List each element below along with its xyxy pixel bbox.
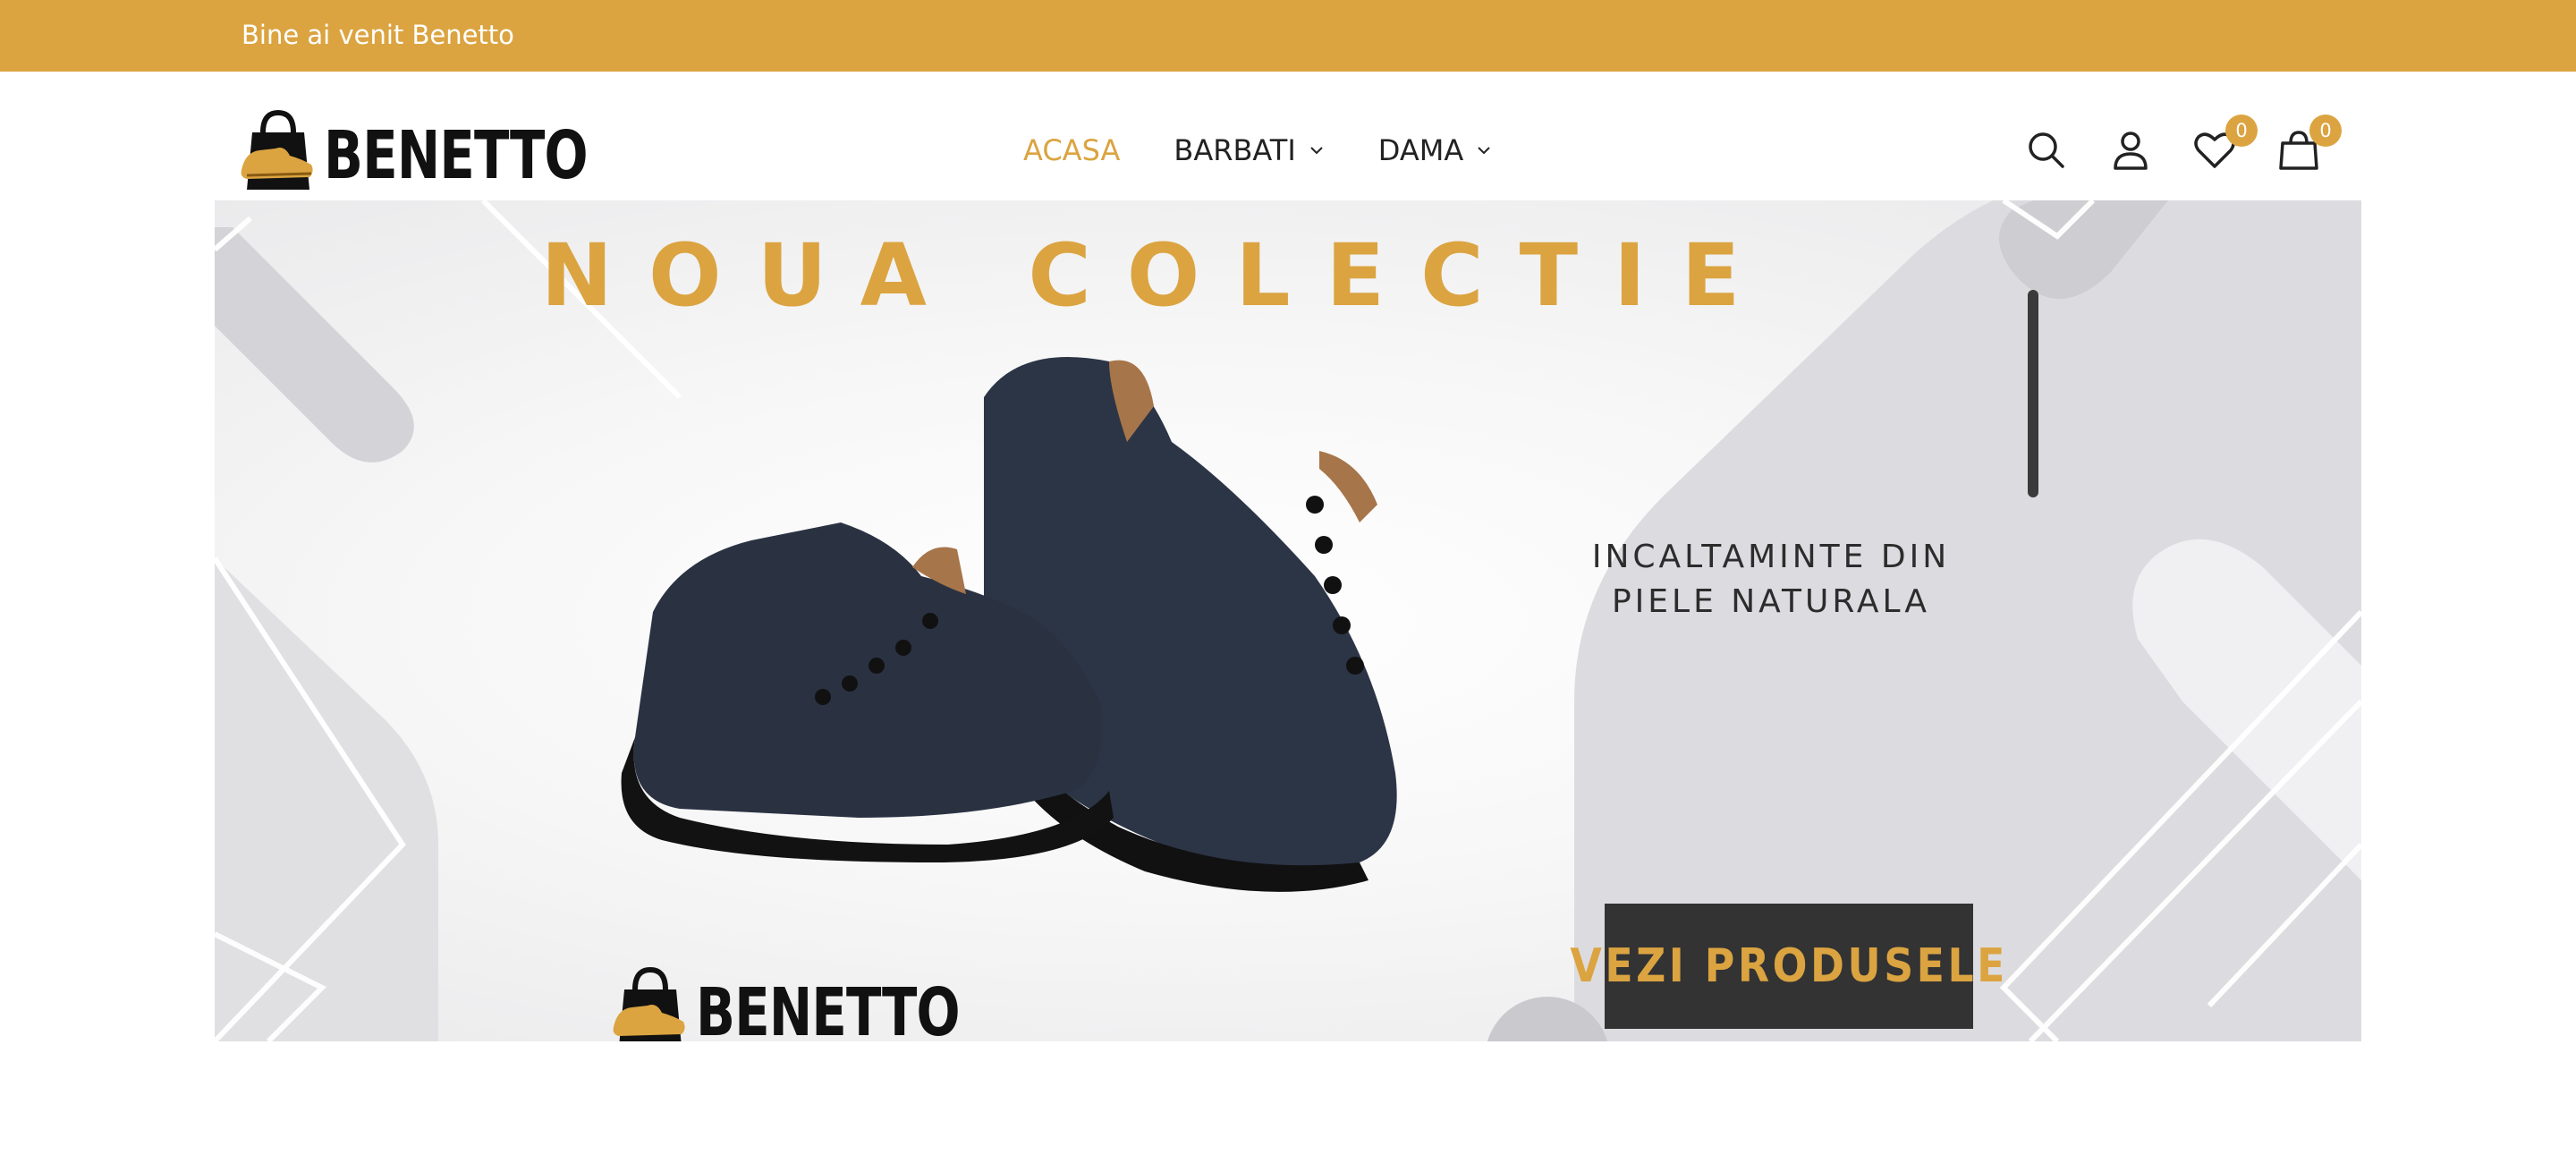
wishlist-button[interactable]: 0 xyxy=(2191,115,2258,174)
hero-logo: BENETTO xyxy=(612,966,961,1041)
hero-background-art xyxy=(215,200,2361,1041)
shopping-bag-shoe-logo-icon xyxy=(613,966,685,1041)
search-button[interactable] xyxy=(2023,127,2070,174)
view-products-label: VEZI PRODUSELE xyxy=(1570,939,2008,993)
hero-subtitle-line: PIELE NATURALA xyxy=(1611,583,1931,620)
hero-logo-text: BENETTO xyxy=(696,974,961,1041)
nav-item-dama[interactable]: DAMA xyxy=(1378,133,1492,167)
nav-item-barbati[interactable]: BARBATI xyxy=(1174,133,1324,167)
product-image xyxy=(621,357,1397,892)
view-products-button[interactable]: VEZI PRODUSELE xyxy=(1570,904,2004,1029)
user-icon xyxy=(2114,132,2148,170)
chevron-down-icon xyxy=(1478,147,1490,155)
wishlist-count-badge: 0 xyxy=(2225,115,2258,147)
top-welcome-bar: Bine ai venit Benetto xyxy=(0,0,2576,72)
cart-count-badge: 0 xyxy=(2309,115,2342,147)
hero-subtitle-line: INCALTAMINTE DIN xyxy=(1591,539,1951,575)
logo-text: BENETTO xyxy=(324,117,589,194)
nav-item-label: BARBATI xyxy=(1174,133,1296,167)
hero-banner[interactable]: NOUA COLECTIE INCALTAMINTE DIN PIELE NAT… xyxy=(215,200,2361,1041)
hero-subtitle: INCALTAMINTE DIN PIELE NATURALA xyxy=(1530,535,2012,624)
shopping-bag-shoe-logo-icon xyxy=(241,109,313,190)
cart-button[interactable]: 0 xyxy=(2275,115,2342,174)
chevron-down-icon xyxy=(1310,147,1323,155)
welcome-text: Bine ai venit Benetto xyxy=(242,20,514,50)
hero-title: NOUA COLECTIE xyxy=(540,225,1776,326)
site-logo[interactable]: BENETTO xyxy=(240,109,589,193)
nav-item-label: ACASA xyxy=(1023,133,1121,167)
nav-item-acasa[interactable]: ACASA xyxy=(1023,133,1120,167)
main-nav: ACASA BARBATI DAMA xyxy=(1023,131,1546,170)
header-icons: 0 0 xyxy=(2023,115,2342,174)
account-button[interactable] xyxy=(2107,127,2154,174)
search-icon xyxy=(2029,132,2064,168)
slider-indicator[interactable] xyxy=(2028,290,2038,497)
nav-item-label: DAMA xyxy=(1377,133,1464,167)
